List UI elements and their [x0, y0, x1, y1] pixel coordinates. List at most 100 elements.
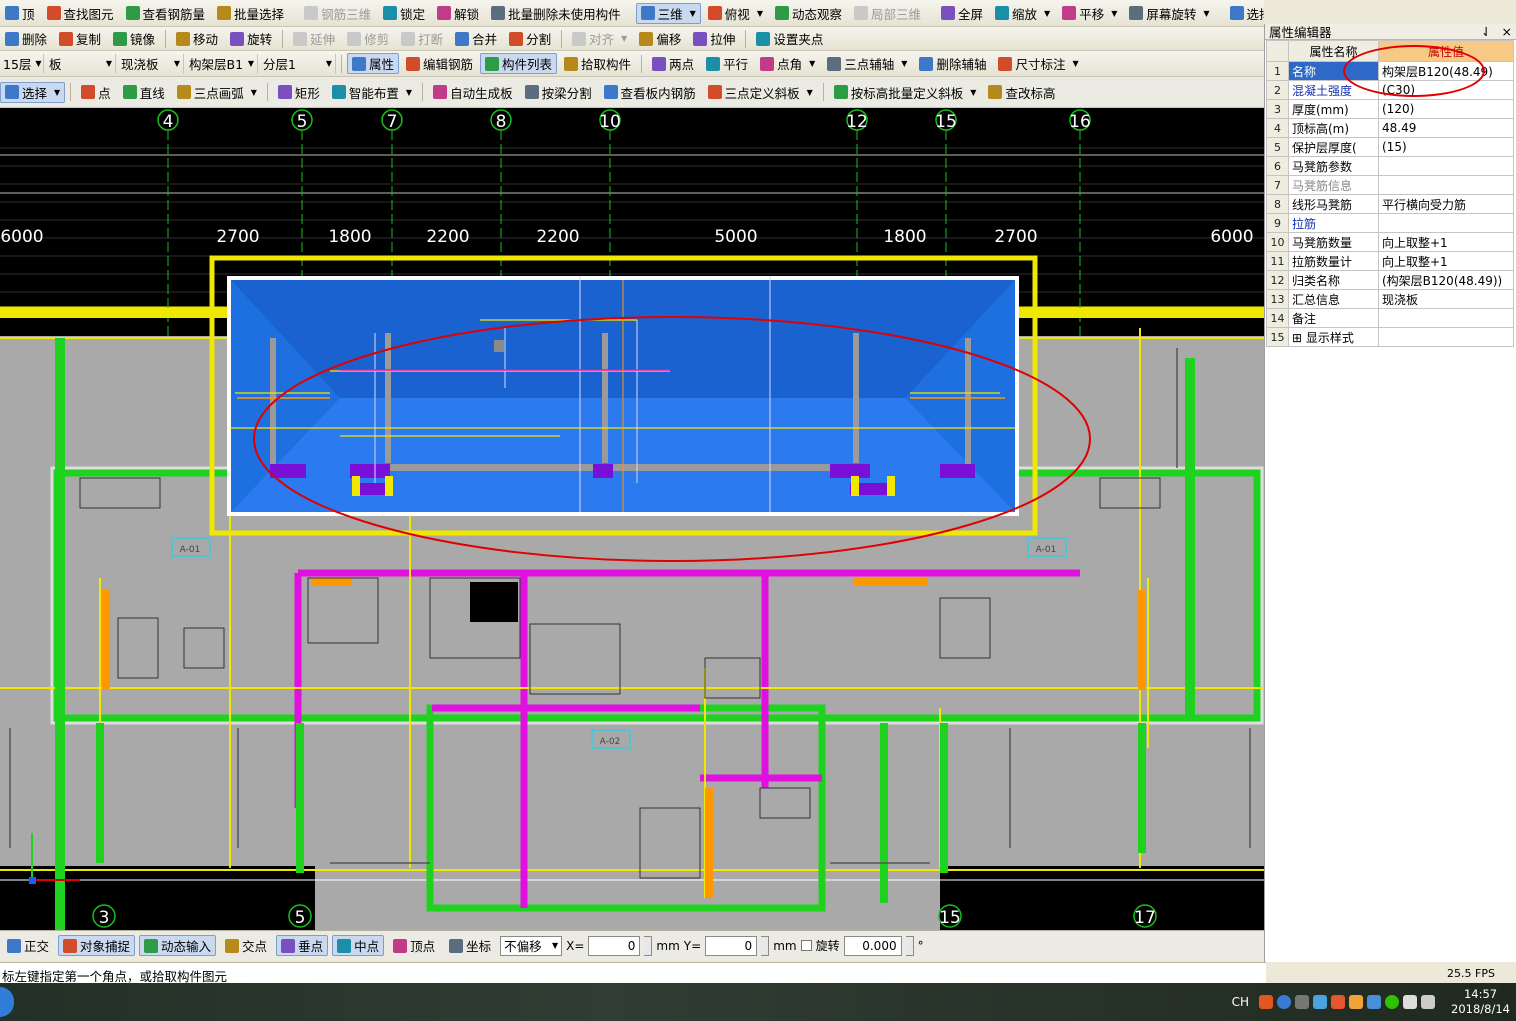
home-button[interactable]: 顶	[0, 3, 40, 24]
point-button[interactable]: 点	[76, 82, 116, 103]
property-row[interactable]: 14 备注	[1266, 308, 1514, 328]
screen-rotate-button[interactable]: 屏幕旋转 ▼	[1124, 3, 1214, 24]
mirror-button[interactable]: 镜像	[108, 28, 160, 49]
chevron-down-icon[interactable]: ▼	[174, 59, 180, 68]
property-row[interactable]: 13 汇总信息 现浇板	[1266, 289, 1514, 309]
property-row[interactable]: 2 混凝土强度 (C30)	[1266, 80, 1514, 100]
chevron-down-icon[interactable]: ▼	[807, 88, 813, 97]
3d-button[interactable]: 三维 ▼	[635, 2, 701, 24]
property-row[interactable]: 9 拉筋	[1266, 213, 1514, 233]
top-view-button[interactable]: 俯视 ▼	[703, 3, 768, 24]
property-row[interactable]: 1 名称 构架层B120(48.49)	[1266, 61, 1514, 81]
find-button[interactable]: 查找图元	[42, 3, 119, 24]
auto-slab-button[interactable]: 自动生成板	[428, 82, 518, 103]
pin-icon[interactable]: ⇃	[1481, 24, 1491, 39]
split-by-beam-button[interactable]: 按梁分割	[520, 82, 597, 103]
align-button[interactable]: 对齐 ▼	[567, 28, 632, 49]
property-value[interactable]	[1378, 213, 1514, 233]
ime-icon[interactable]	[1331, 995, 1346, 1009]
help-icon[interactable]	[1277, 995, 1292, 1009]
stretch-button[interactable]: 拉伸	[688, 28, 740, 49]
chevron-down-icon[interactable]: ▼	[901, 59, 907, 68]
break-button[interactable]: 打断	[396, 28, 448, 49]
drawing-canvas[interactable]: 4 5 7 8 10 12 15 16 6000 2700 1800 2200 2200 5000 1800…	[0, 108, 1264, 930]
property-row[interactable]: 6 马凳筋参数	[1266, 156, 1514, 176]
mic-icon[interactable]	[1295, 995, 1310, 1009]
select-button[interactable]: 选择 ▼	[0, 81, 66, 103]
chevron-down-icon[interactable]: ▼	[690, 9, 696, 18]
property-value[interactable]: 48.49	[1378, 118, 1514, 138]
property-value[interactable]	[1378, 175, 1514, 195]
clock[interactable]: 14:57 2018/8/14	[1451, 987, 1510, 1017]
property-value[interactable]: 平行横向受力筋	[1378, 194, 1514, 214]
dimension-button[interactable]: 尺寸标注 ▼	[993, 53, 1083, 74]
chevron-down-icon[interactable]: ▼	[1111, 9, 1117, 18]
component-list-button[interactable]: 构件列表	[480, 53, 558, 74]
property-value[interactable]: (120)	[1378, 99, 1514, 119]
chevron-down-icon[interactable]: ▼	[54, 88, 60, 97]
point-angle-button[interactable]: 点角 ▼	[755, 53, 820, 74]
chevron-down-icon[interactable]: ▼	[809, 59, 815, 68]
edit-rebar-button[interactable]: 编辑钢筋	[401, 53, 478, 74]
property-value[interactable]	[1378, 327, 1514, 347]
app-tray-icon[interactable]	[1349, 995, 1364, 1009]
split-button[interactable]: 分割	[504, 28, 556, 49]
grip-button[interactable]: 设置夹点	[751, 28, 828, 49]
local-3d-button[interactable]: 局部三维	[849, 3, 926, 24]
delete-axis-button[interactable]: 删除辅轴	[914, 53, 991, 74]
chevron-down-icon[interactable]: ▼	[552, 941, 558, 950]
arc-button[interactable]: 三点画弧 ▼	[172, 82, 262, 103]
pan-button[interactable]: 平移 ▼	[1057, 3, 1122, 24]
copy-button[interactable]: 复制	[54, 28, 106, 49]
property-value[interactable]: (C30)	[1378, 80, 1514, 100]
batch-select-button[interactable]: 批量选择	[212, 3, 289, 24]
offset-button[interactable]: 偏移	[634, 28, 686, 49]
floor-select-button[interactable]: 选择楼层	[1225, 3, 1264, 24]
y-spinner[interactable]	[761, 935, 770, 956]
property-value[interactable]: 现浇板	[1378, 289, 1514, 309]
chevron-down-icon[interactable]: ▼	[35, 59, 41, 68]
coordinate-toggle[interactable]: 坐标	[444, 935, 496, 956]
volume-icon[interactable]	[1421, 995, 1436, 1009]
rotate-checkbox[interactable]	[800, 940, 812, 951]
sogou-icon[interactable]	[1259, 995, 1274, 1009]
line-button[interactable]: 直线	[118, 82, 170, 103]
y-offset-input[interactable]: 0	[705, 935, 758, 956]
pick-button[interactable]: 拾取构件	[559, 53, 636, 74]
snap-toggle[interactable]: 对象捕捉	[58, 935, 136, 956]
chevron-down-icon[interactable]: ▼	[106, 59, 112, 68]
batch-delete-button[interactable]: 批量删除未使用构件	[486, 3, 626, 24]
network-drive-icon[interactable]	[1367, 995, 1382, 1009]
language-indicator[interactable]: CH	[1232, 995, 1249, 1009]
property-value[interactable]: 向上取整+1	[1378, 251, 1514, 271]
midpoint-toggle[interactable]: 中点	[332, 935, 385, 956]
chevron-down-icon[interactable]: ▼	[621, 34, 627, 43]
zoom-button[interactable]: 缩放 ▼	[990, 3, 1055, 24]
extend-button[interactable]: 延伸	[288, 28, 340, 49]
merge-button[interactable]: 合并	[450, 28, 502, 49]
rotate-spinner[interactable]	[905, 935, 914, 956]
intersection-toggle[interactable]: 交点	[220, 935, 272, 956]
chevron-down-icon[interactable]: ▼	[1203, 9, 1209, 18]
chevron-down-icon[interactable]: ▼	[406, 88, 412, 97]
property-value[interactable]: (15)	[1378, 137, 1514, 157]
ortho-toggle[interactable]: 正交	[2, 935, 54, 956]
x-spinner[interactable]	[644, 935, 653, 956]
selector-dropdown[interactable]: 15层 ▼	[0, 53, 44, 74]
elevation-button[interactable]: 查改标高	[983, 82, 1060, 103]
move-button[interactable]: 移动	[171, 28, 223, 49]
rebar-3d-button[interactable]: 钢筋三维	[299, 3, 376, 24]
chevron-down-icon[interactable]: ▼	[970, 88, 976, 97]
property-button[interactable]: 属性	[347, 53, 400, 74]
two-point-button[interactable]: 两点	[647, 53, 699, 74]
selector-dropdown[interactable]: 构架层B1 ▼	[186, 53, 258, 74]
sloped-slab-button[interactable]: 三点定义斜板 ▼	[703, 82, 818, 103]
chevron-down-icon[interactable]: ▼	[326, 59, 332, 68]
property-value[interactable]	[1378, 156, 1514, 176]
trim-button[interactable]: 修剪	[342, 28, 394, 49]
property-row[interactable]: 3 厚度(mm) (120)	[1266, 99, 1514, 119]
rebar-view-button[interactable]: 查看钢筋量	[121, 3, 211, 24]
offset-mode-select[interactable]: 不偏移 ▼	[500, 935, 563, 956]
property-row[interactable]: 7 马凳筋信息	[1266, 175, 1514, 195]
property-row[interactable]: 12 归类名称 (构架层B120(48.49))	[1266, 270, 1514, 290]
